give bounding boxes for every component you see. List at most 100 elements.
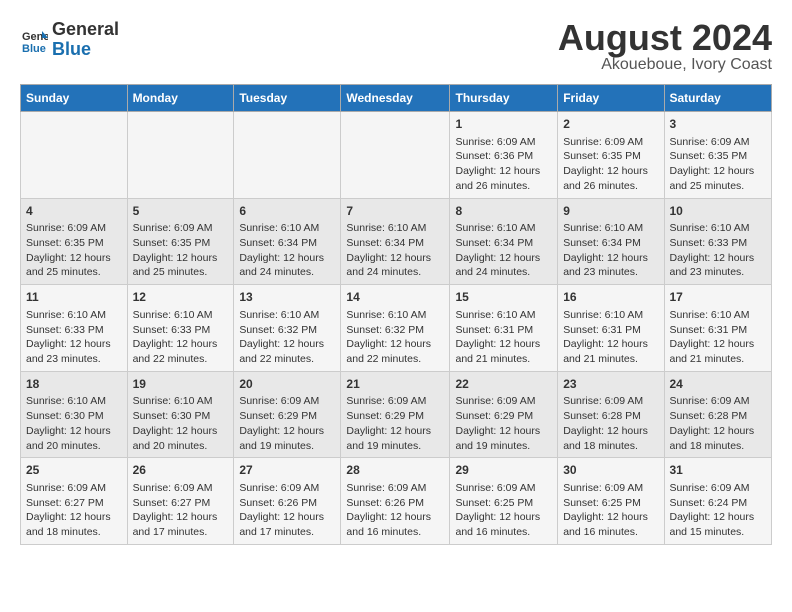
- day-number: 6: [239, 203, 335, 220]
- day-of-week-header: Sunday: [21, 85, 128, 112]
- calendar-day-cell: 12 Sunrise: 6:10 AM Sunset: 6:33 PM Dayli…: [127, 285, 234, 372]
- calendar-day-cell: 11Sunrise: 6:10 AM Sunset: 6:33 PM Dayli…: [21, 285, 128, 372]
- day-of-week-header: Thursday: [450, 85, 558, 112]
- day-info: Sunrise: 6:10 AM Sunset: 6:34 PM Dayligh…: [455, 221, 552, 280]
- day-of-week-header: Friday: [558, 85, 664, 112]
- day-number: 14: [346, 289, 444, 306]
- day-number: 20: [239, 376, 335, 393]
- day-number: 26: [133, 462, 229, 479]
- day-of-week-header: Monday: [127, 85, 234, 112]
- day-info: Sunrise: 6:09 AM Sunset: 6:25 PM Dayligh…: [455, 481, 552, 540]
- calendar-day-cell: 29 Sunrise: 6:09 AM Sunset: 6:25 PM Dayli…: [450, 458, 558, 545]
- day-number: 12: [133, 289, 229, 306]
- page-header: General Blue General Blue August 2024 Ak…: [20, 20, 772, 74]
- calendar-week-row: 18Sunrise: 6:10 AM Sunset: 6:30 PM Dayli…: [21, 371, 772, 458]
- day-number: 15: [455, 289, 552, 306]
- day-number: 18: [26, 376, 122, 393]
- day-info: Sunrise: 6:09 AM Sunset: 6:29 PM Dayligh…: [346, 394, 444, 453]
- day-info: Sunrise: 6:10 AM Sunset: 6:31 PM Dayligh…: [670, 308, 767, 367]
- calendar-day-cell: 16 Sunrise: 6:10 AM Sunset: 6:31 PM Dayli…: [558, 285, 664, 372]
- calendar-day-cell: 21Sunrise: 6:09 AM Sunset: 6:29 PM Dayli…: [341, 371, 450, 458]
- day-of-week-header: Tuesday: [234, 85, 341, 112]
- calendar-title: August 2024: [558, 20, 772, 56]
- day-number: 11: [26, 289, 122, 306]
- calendar-day-cell: 20Sunrise: 6:09 AM Sunset: 6:29 PM Dayli…: [234, 371, 341, 458]
- day-number: 16: [563, 289, 658, 306]
- calendar-day-cell: 6Sunrise: 6:10 AM Sunset: 6:34 PM Daylig…: [234, 198, 341, 285]
- calendar-week-row: 1Sunrise: 6:09 AM Sunset: 6:36 PM Daylig…: [21, 112, 772, 199]
- day-info: Sunrise: 6:10 AM Sunset: 6:30 PM Dayligh…: [133, 394, 229, 453]
- day-number: 29: [455, 462, 552, 479]
- day-number: 2: [563, 116, 658, 133]
- calendar-day-cell: [234, 112, 341, 199]
- calendar-day-cell: 19Sunrise: 6:10 AM Sunset: 6:30 PM Dayli…: [127, 371, 234, 458]
- day-info: Sunrise: 6:09 AM Sunset: 6:26 PM Dayligh…: [346, 481, 444, 540]
- day-info: Sunrise: 6:09 AM Sunset: 6:35 PM Dayligh…: [26, 221, 122, 280]
- calendar-day-cell: 13Sunrise: 6:10 AM Sunset: 6:32 PM Dayli…: [234, 285, 341, 372]
- calendar-day-cell: 31 Sunrise: 6:09 AM Sunset: 6:24 PM Dayli…: [664, 458, 772, 545]
- day-info: Sunrise: 6:10 AM Sunset: 6:33 PM Dayligh…: [670, 221, 767, 280]
- day-number: 3: [670, 116, 767, 133]
- calendar-day-cell: 3 Sunrise: 6:09 AM Sunset: 6:35 PM Daylig…: [664, 112, 772, 199]
- day-number: 19: [133, 376, 229, 393]
- calendar-day-cell: 7Sunrise: 6:10 AM Sunset: 6:34 PM Daylig…: [341, 198, 450, 285]
- calendar-day-cell: 5Sunrise: 6:09 AM Sunset: 6:35 PM Daylig…: [127, 198, 234, 285]
- logo-text: General Blue: [52, 20, 119, 60]
- calendar-week-row: 4Sunrise: 6:09 AM Sunset: 6:35 PM Daylig…: [21, 198, 772, 285]
- day-info: Sunrise: 6:10 AM Sunset: 6:33 PM Dayligh…: [133, 308, 229, 367]
- svg-text:Blue: Blue: [22, 43, 46, 54]
- day-info: Sunrise: 6:10 AM Sunset: 6:32 PM Dayligh…: [346, 308, 444, 367]
- calendar-day-cell: 9Sunrise: 6:10 AM Sunset: 6:34 PM Daylig…: [558, 198, 664, 285]
- day-number: 22: [455, 376, 552, 393]
- day-of-week-header: Wednesday: [341, 85, 450, 112]
- day-info: Sunrise: 6:10 AM Sunset: 6:31 PM Dayligh…: [563, 308, 658, 367]
- day-number: 10: [670, 203, 767, 220]
- day-number: 1: [455, 116, 552, 133]
- calendar-day-cell: 10Sunrise: 6:10 AM Sunset: 6:33 PM Dayli…: [664, 198, 772, 285]
- day-number: 28: [346, 462, 444, 479]
- day-info: Sunrise: 6:09 AM Sunset: 6:35 PM Dayligh…: [563, 135, 658, 194]
- day-info: Sunrise: 6:10 AM Sunset: 6:34 PM Dayligh…: [239, 221, 335, 280]
- day-number: 25: [26, 462, 122, 479]
- day-info: Sunrise: 6:10 AM Sunset: 6:30 PM Dayligh…: [26, 394, 122, 453]
- day-number: 21: [346, 376, 444, 393]
- day-number: 9: [563, 203, 658, 220]
- title-block: August 2024 Akoueboue, Ivory Coast: [558, 20, 772, 74]
- day-info: Sunrise: 6:09 AM Sunset: 6:29 PM Dayligh…: [455, 394, 552, 453]
- day-info: Sunrise: 6:09 AM Sunset: 6:26 PM Dayligh…: [239, 481, 335, 540]
- logo: General Blue General Blue: [20, 20, 119, 60]
- calendar-day-cell: 23Sunrise: 6:09 AM Sunset: 6:28 PM Dayli…: [558, 371, 664, 458]
- day-info: Sunrise: 6:10 AM Sunset: 6:32 PM Dayligh…: [239, 308, 335, 367]
- calendar-week-row: 25 Sunrise: 6:09 AM Sunset: 6:27 PM Dayli…: [21, 458, 772, 545]
- day-number: 17: [670, 289, 767, 306]
- calendar-day-cell: [21, 112, 128, 199]
- calendar-day-cell: 17 Sunrise: 6:10 AM Sunset: 6:31 PM Dayli…: [664, 285, 772, 372]
- day-info: Sunrise: 6:10 AM Sunset: 6:31 PM Dayligh…: [455, 308, 552, 367]
- day-number: 23: [563, 376, 658, 393]
- day-info: Sunrise: 6:09 AM Sunset: 6:24 PM Dayligh…: [670, 481, 767, 540]
- day-number: 4: [26, 203, 122, 220]
- calendar-day-cell: 15 Sunrise: 6:10 AM Sunset: 6:31 PM Dayli…: [450, 285, 558, 372]
- day-info: Sunrise: 6:10 AM Sunset: 6:34 PM Dayligh…: [346, 221, 444, 280]
- day-of-week-header: Saturday: [664, 85, 772, 112]
- calendar-table: SundayMondayTuesdayWednesdayThursdayFrid…: [20, 84, 772, 545]
- day-info: Sunrise: 6:10 AM Sunset: 6:34 PM Dayligh…: [563, 221, 658, 280]
- calendar-subtitle: Akoueboue, Ivory Coast: [558, 56, 772, 74]
- logo-icon: General Blue: [20, 26, 48, 54]
- calendar-day-cell: 18Sunrise: 6:10 AM Sunset: 6:30 PM Dayli…: [21, 371, 128, 458]
- day-info: Sunrise: 6:09 AM Sunset: 6:35 PM Dayligh…: [670, 135, 767, 194]
- day-info: Sunrise: 6:09 AM Sunset: 6:27 PM Dayligh…: [133, 481, 229, 540]
- calendar-day-cell: 22Sunrise: 6:09 AM Sunset: 6:29 PM Dayli…: [450, 371, 558, 458]
- day-info: Sunrise: 6:09 AM Sunset: 6:28 PM Dayligh…: [670, 394, 767, 453]
- day-number: 24: [670, 376, 767, 393]
- day-number: 5: [133, 203, 229, 220]
- day-info: Sunrise: 6:09 AM Sunset: 6:28 PM Dayligh…: [563, 394, 658, 453]
- calendar-day-cell: 14 Sunrise: 6:10 AM Sunset: 6:32 PM Dayli…: [341, 285, 450, 372]
- day-info: Sunrise: 6:09 AM Sunset: 6:29 PM Dayligh…: [239, 394, 335, 453]
- calendar-week-row: 11 Sunrise: 6:10 AM Sunset: 6:33 PM Dayli…: [21, 285, 772, 372]
- day-number: 7: [346, 203, 444, 220]
- calendar-day-cell: 8Sunrise: 6:10 AM Sunset: 6:34 PM Daylig…: [450, 198, 558, 285]
- calendar-day-cell: 24Sunrise: 6:09 AM Sunset: 6:28 PM Dayli…: [664, 371, 772, 458]
- calendar-day-cell: 26 Sunrise: 6:09 AM Sunset: 6:27 PM Dayli…: [127, 458, 234, 545]
- day-number: 31: [670, 462, 767, 479]
